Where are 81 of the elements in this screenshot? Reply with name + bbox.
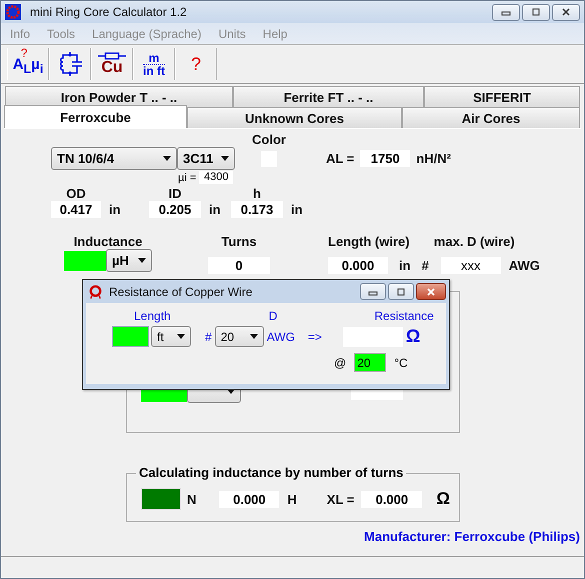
tab[interactable]: SIFFERIT bbox=[424, 86, 580, 107]
core-dropdown[interactable]: TN 10/6/4 bbox=[51, 147, 177, 170]
ohm-label: Ω bbox=[406, 326, 420, 347]
awg-label: AWG bbox=[266, 330, 295, 344]
toolbar-button[interactable]: m in ft bbox=[143, 52, 165, 76]
maximize-button[interactable] bbox=[522, 4, 550, 20]
tab[interactable]: Iron Powder T .. - .. bbox=[5, 86, 233, 107]
ohm-label: Ω bbox=[436, 489, 450, 509]
caret-icon bbox=[221, 156, 229, 161]
celsius-label: °C bbox=[394, 356, 408, 370]
unit-label: in bbox=[291, 202, 303, 217]
tab[interactable]: Unknown Cores bbox=[187, 107, 402, 128]
dialog-title: Resistance of Copper Wire bbox=[109, 284, 252, 298]
turns-field: 0 bbox=[208, 257, 270, 274]
unit-label: AWG bbox=[508, 258, 540, 273]
close-button[interactable] bbox=[552, 4, 580, 20]
tab[interactable]: Ferrite FT .. - .. bbox=[233, 86, 424, 107]
help-button[interactable]: ? bbox=[190, 54, 201, 74]
max-diameter-field: xxx bbox=[440, 257, 501, 274]
unit-label: in bbox=[109, 202, 121, 217]
mu-field: 4300 bbox=[199, 171, 234, 184]
dimension-field: 0.173 bbox=[231, 201, 283, 218]
caret-icon bbox=[177, 334, 185, 339]
arrow-label: => bbox=[308, 330, 322, 344]
reactance-field: 0.000 bbox=[361, 490, 422, 508]
awg-dropdown[interactable]: 20 bbox=[214, 326, 264, 347]
inductance-label: Inductance bbox=[74, 234, 142, 249]
max-diameter-label: max. D (wire) bbox=[434, 234, 516, 249]
close-icon bbox=[561, 8, 571, 16]
tab[interactable]: Air Cores bbox=[402, 107, 580, 128]
at-label: @ bbox=[334, 356, 346, 370]
length-unit-dropdown[interactable]: ft bbox=[151, 326, 191, 347]
al-field: 1750 bbox=[360, 150, 410, 167]
color-label: Color bbox=[252, 132, 286, 147]
al-label: AL = bbox=[326, 151, 354, 166]
manufacturer-label: Manufacturer: Ferroxcube (Philips) bbox=[364, 529, 580, 544]
toolbar-button[interactable]: Cu bbox=[98, 52, 126, 76]
length-field[interactable] bbox=[112, 326, 149, 347]
caret-icon bbox=[163, 156, 171, 161]
hash-label: # bbox=[422, 258, 429, 273]
dimension-label: ID bbox=[168, 186, 182, 201]
close-icon bbox=[426, 288, 436, 296]
resistance-label: Resistance bbox=[374, 309, 434, 323]
xl-label: XL = bbox=[326, 492, 354, 506]
dimension-label: h bbox=[252, 186, 262, 201]
minimize-button[interactable] bbox=[492, 4, 520, 20]
unit-dropdown[interactable]: µH bbox=[106, 249, 152, 272]
inductance-result-field: 0.000 bbox=[219, 490, 280, 508]
ring-icon bbox=[5, 4, 21, 20]
tab[interactable]: Ferroxcube bbox=[4, 105, 187, 128]
unit-label: in bbox=[399, 258, 411, 273]
window-title: mini Ring Core Calculator 1.2 bbox=[30, 5, 187, 19]
caret-icon bbox=[250, 334, 258, 339]
caret-icon bbox=[138, 258, 146, 263]
unit-label: N bbox=[187, 492, 196, 506]
close-button[interactable] bbox=[416, 283, 446, 300]
temperature-field[interactable]: 20 bbox=[354, 353, 386, 372]
resistor-icon bbox=[98, 52, 126, 60]
unit-label: in bbox=[209, 202, 221, 217]
dimension-field: 0.417 bbox=[51, 201, 101, 218]
minimize-button[interactable] bbox=[360, 283, 386, 300]
dimension-label: OD bbox=[65, 186, 87, 201]
coil-icon bbox=[88, 284, 103, 300]
inductance-field[interactable] bbox=[64, 250, 106, 270]
maximize-icon bbox=[396, 288, 406, 296]
turns-label: Turns bbox=[221, 234, 257, 249]
unit-label: H bbox=[287, 492, 297, 506]
turns-input-field[interactable] bbox=[141, 488, 181, 510]
material-dropdown[interactable]: 3C11 bbox=[177, 147, 235, 170]
unit-label: nH/N² bbox=[416, 151, 451, 166]
dimension-field: 0.205 bbox=[149, 201, 201, 218]
length-label: Length bbox=[134, 309, 171, 323]
group-title: Calculating inductance by number of turns bbox=[136, 465, 406, 480]
maximize-icon bbox=[531, 8, 541, 16]
diameter-label: D bbox=[268, 309, 278, 323]
circuit-icon[interactable] bbox=[57, 50, 83, 78]
maximize-button[interactable] bbox=[388, 283, 414, 300]
length-field: 0.000 bbox=[328, 257, 388, 274]
hash-label: # bbox=[205, 330, 212, 344]
mu-label: µi = bbox=[178, 172, 196, 184]
length-label: Length (wire) bbox=[328, 234, 411, 249]
